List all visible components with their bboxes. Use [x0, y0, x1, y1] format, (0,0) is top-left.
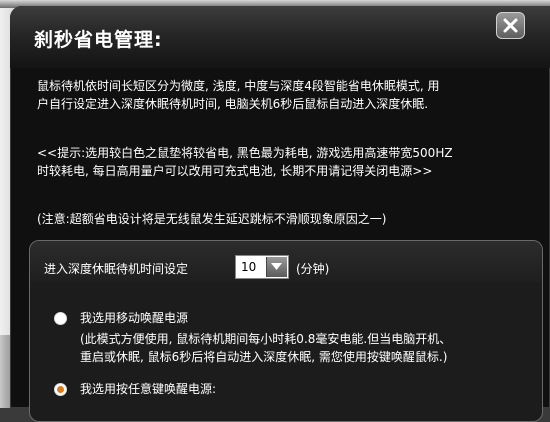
mobile-wake-description-1: (此模式方便使用, 鼠标待机期间每小时耗0.8毫安电能.但当电脑开机、 — [80, 332, 452, 346]
mobile-wake-radio[interactable] — [54, 312, 67, 325]
sleep-time-value: 10 — [241, 260, 257, 274]
note-text: (注意:超额省电设计将是无线鼠发生延迟跳标不滑顺现象原因之一) — [37, 212, 387, 226]
sleep-time-dropdown-button[interactable] — [266, 257, 287, 277]
sleep-time-label: 进入深度休眠待机时间设定 — [44, 262, 189, 276]
title-bar: 刹秒省电管理: — [10, 6, 550, 68]
tip-line-1: <<提示:选用较白色之鼠垫将较省电, 黑色最为耗电, 游戏选用高速带宽500HZ — [37, 146, 453, 160]
sleep-time-select[interactable]: 10 — [235, 255, 289, 279]
dialog-title: 刹秒省电管理: — [34, 29, 163, 51]
settings-panel: 进入深度休眠待机时间设定 10 (分钟) 我选用移动唤醒电源 (此模式方便使用,… — [29, 240, 543, 422]
key-wake-radio[interactable] — [54, 383, 67, 396]
description-line-1: 鼠标待机依时间长短区分为微度, 浅度, 中度与深度4段智能省电休眠模式, 用 — [37, 79, 440, 93]
sleep-time-unit: (分钟) — [296, 262, 330, 276]
key-wake-label: 我选用按任意键唤醒电源: — [80, 382, 217, 396]
mobile-wake-description-2: 重启或休眠, 鼠标6秒后将自动进入深度休眠, 需您使用按键唤醒鼠标.) — [80, 350, 448, 364]
chevron-down-icon — [271, 263, 282, 270]
close-button[interactable] — [496, 12, 525, 39]
mobile-wake-label: 我选用移动唤醒电源 — [80, 311, 189, 325]
close-icon — [503, 18, 518, 33]
description-line-2: 户自行设定进入深度休眠待机时间, 电脑关机6秒后鼠标自动进入深度休眠. — [37, 97, 429, 111]
tip-line-2: 时较耗电, 每日高用量户可以改用可充式电池, 长期不用请记得关闭电源>> — [37, 164, 433, 178]
power-management-dialog: 刹秒省电管理: 鼠标待机依时间长短区分为微度, 浅度, 中度与深度4段智能省电休… — [10, 6, 550, 422]
